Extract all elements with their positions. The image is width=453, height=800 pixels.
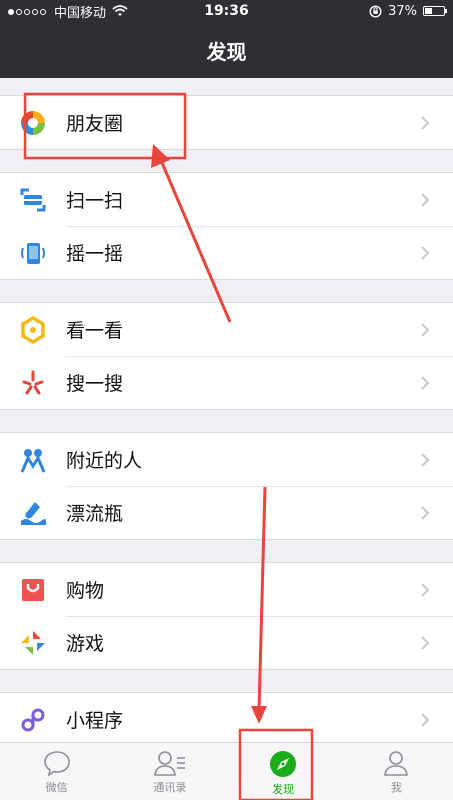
tab-label: 通讯录 [153,781,187,794]
menu-group-mini-programs: 小程序 [0,692,453,742]
chevron-right-icon [415,635,435,651]
chevron-right-icon [415,115,435,131]
tab-contacts[interactable]: 通讯录 [113,743,226,800]
shopping-bag-icon [18,575,48,605]
top-stories-icon [18,315,48,345]
menu-group-moments: 朋友圈 [0,95,453,150]
chat-bubble-icon [43,751,70,777]
chevron-right-icon [415,505,435,521]
chevron-right-icon [415,245,435,261]
menu-item-shake[interactable]: 摇一摇 [0,226,453,279]
menu-item-label: 搜一搜 [66,373,124,395]
tab-me[interactable]: 我 [340,743,453,800]
chevron-right-icon [415,322,435,338]
menu-item-label: 附近的人 [66,450,143,472]
chevron-right-icon [415,452,435,468]
scan-icon [18,185,48,215]
games-icon [18,628,48,658]
menu-item-label: 扫一扫 [66,190,124,212]
tab-chats[interactable]: 微信 [0,743,113,800]
menu-item-mini-program[interactable]: 小程序 [0,693,453,742]
menu-item-label: 摇一摇 [66,243,124,265]
moments-icon [18,108,48,138]
menu-item-label: 购物 [66,580,105,602]
nav-bar: 发现 [0,22,453,78]
status-time: 19:36 [204,3,249,19]
battery-icon [423,6,447,16]
menu-item-label: 朋友圈 [66,113,124,135]
tab-label: 微信 [45,781,68,794]
tab-discover[interactable]: 发现 [227,743,340,800]
status-bar: 中国移动 19:36 37% [0,0,453,22]
menu-item-label: 漂流瓶 [66,503,124,525]
menu-item-drift-bottle[interactable]: 漂流瓶 [0,486,453,539]
people-nearby-icon [18,445,48,475]
search-icon [18,368,48,398]
chevron-right-icon [415,582,435,598]
menu-group-explore: 看一看 搜一搜 [0,302,453,410]
tab-bar: 微信 通讯录 发现 我 [0,742,453,800]
mini-program-icon [18,705,48,735]
compass-icon [270,751,297,777]
chevron-right-icon [415,192,435,208]
chevron-right-icon [415,712,435,728]
profile-icon [384,751,409,776]
tab-label: 我 [390,781,402,794]
chevron-right-icon [415,375,435,391]
menu-item-label: 小程序 [66,710,124,732]
discover-list: 朋友圈 扫一扫 摇一摇 看一看 搜一搜 附近的人 漂流瓶 购物 游戏 小程序 [0,78,453,742]
menu-group-scan: 扫一扫 摇一摇 [0,172,453,280]
menu-group-nearby: 附近的人 漂流瓶 [0,432,453,540]
menu-item-top-stories[interactable]: 看一看 [0,303,453,356]
contacts-icon [153,751,185,776]
menu-item-search[interactable]: 搜一搜 [0,356,453,409]
menu-item-label: 看一看 [66,320,124,342]
drift-bottle-icon [18,498,48,528]
menu-group-services: 购物 游戏 [0,562,453,670]
page-title: 发现 [206,39,247,64]
shake-icon [18,238,48,268]
menu-item-scan[interactable]: 扫一扫 [0,173,453,226]
menu-item-shopping[interactable]: 购物 [0,563,453,616]
menu-item-moments[interactable]: 朋友圈 [0,96,453,149]
menu-item-label: 游戏 [66,633,105,655]
menu-item-people-nearby[interactable]: 附近的人 [0,433,453,486]
menu-item-games[interactable]: 游戏 [0,616,453,669]
tab-label: 发现 [272,783,295,796]
